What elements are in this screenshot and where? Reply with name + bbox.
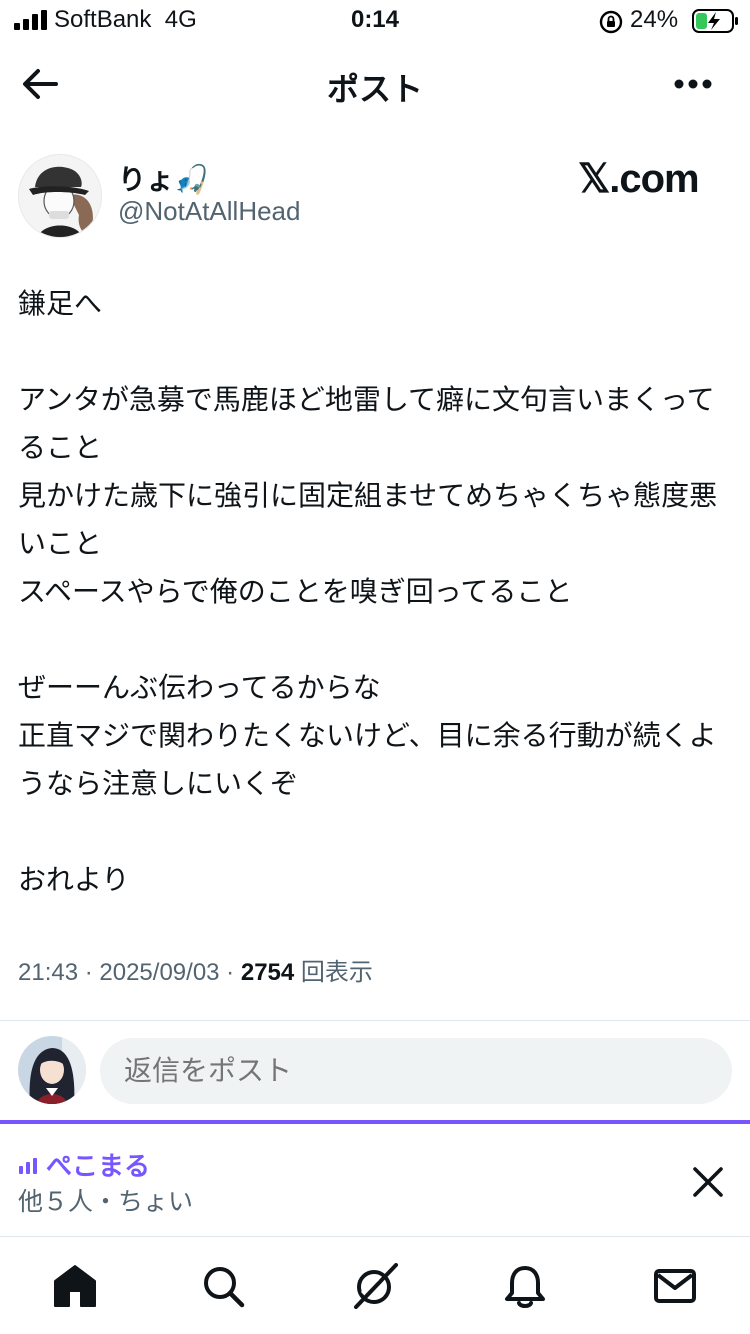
battery-percent: 24% [630,6,679,33]
grok-icon[interactable] [352,1263,398,1309]
views-count: 2754 [240,959,295,986]
orientation-lock-icon [599,10,623,34]
page-title: ポスト [326,70,423,108]
more-options-button[interactable] [668,62,718,106]
close-icon[interactable] [686,1160,730,1204]
views-label: 回表示 [300,959,373,986]
post-metadata: 21:43 · 2025/09/03 · 2754 回表示 [18,959,373,986]
post-header: ポスト [0,42,750,126]
author-handle[interactable]: @NotAtAllHead [118,196,300,227]
bottom-tab-bar [0,1237,750,1334]
divider [0,1020,750,1021]
space-subtitle: 他５人・ちょい [18,1187,194,1216]
space-bar[interactable]: ぺこまる 他５人・ちょい [0,1124,750,1236]
author-avatar[interactable] [18,154,102,238]
live-audio-icon [19,1158,37,1174]
home-icon[interactable] [52,1263,98,1309]
post-text: 鎌足へ アンタが急募で馬鹿ほど地雷して癖に文句言いまくってること 見かけた歳下に… [18,287,718,896]
author-name[interactable]: りょ🎣 [118,158,209,198]
post-time: 21:43 [18,959,79,986]
current-user-avatar [18,1036,86,1104]
x-logo: 𝕏.com [578,157,700,201]
post-date: 2025/09/03 [99,959,220,986]
search-icon[interactable] [200,1263,246,1309]
status-bar: SoftBank 4G 0:14 24% [0,0,750,42]
notifications-icon[interactable] [502,1263,548,1309]
space-title: ぺこまる [46,1152,151,1182]
reply-input[interactable] [100,1038,732,1104]
current-user-avatar-image [18,1036,86,1104]
avatar-image [19,155,101,237]
battery-charging-icon [692,9,738,33]
messages-icon[interactable] [652,1263,698,1309]
